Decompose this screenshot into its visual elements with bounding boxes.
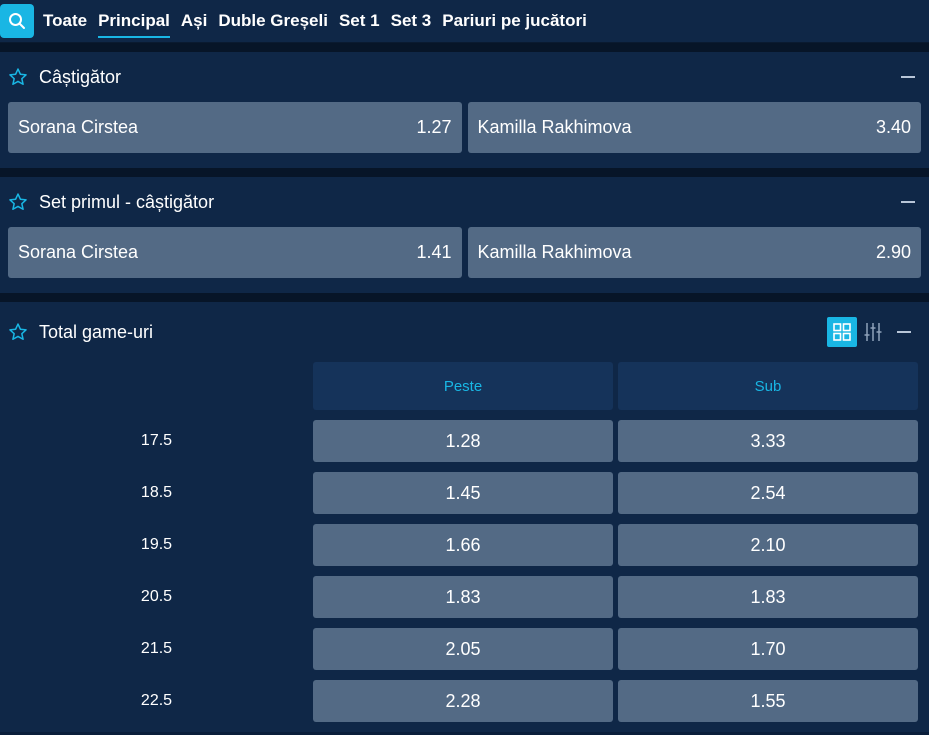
odd-over-button[interactable]: 1.28 [313, 420, 613, 462]
column-header-peste: Peste [313, 362, 613, 410]
grid-view-button[interactable] [827, 317, 857, 347]
total-line: 17.5 [140, 432, 173, 449]
odd-under-button[interactable]: 3.33 [618, 420, 918, 462]
sliders-icon [864, 323, 882, 341]
table-row: 17.5 1.28 3.33 [0, 420, 929, 462]
odd-button[interactable]: Kamilla Rakhimova 3.40 [467, 102, 921, 153]
minus-icon[interactable] [901, 76, 915, 78]
tab-principal[interactable]: Principal [98, 0, 170, 42]
market-title: Câștigător [39, 66, 122, 87]
search-button[interactable] [0, 4, 34, 38]
player-name: Sorana Cirstea [18, 117, 139, 137]
odd-under-button[interactable]: 1.70 [618, 628, 918, 670]
tab-asi[interactable]: Ași [181, 0, 207, 42]
player-name: Sorana Cirstea [18, 242, 139, 262]
minus-icon[interactable] [897, 331, 911, 333]
tab-toate[interactable]: Toate [43, 0, 87, 42]
divider [0, 293, 929, 302]
star-icon[interactable] [8, 192, 28, 212]
minus-icon[interactable] [901, 201, 915, 203]
list-view-button[interactable] [861, 317, 885, 347]
star-icon[interactable] [8, 67, 28, 87]
tab-set-3[interactable]: Set 3 [391, 0, 432, 42]
total-line: 19.5 [140, 536, 173, 553]
odd-under-button[interactable]: 2.54 [618, 472, 918, 514]
table-row: 22.5 2.28 1.55 [0, 680, 929, 722]
odd-value: 1.27 [416, 117, 452, 137]
table-row: 20.5 1.83 1.83 [0, 576, 929, 618]
tab-set-1[interactable]: Set 1 [339, 0, 380, 42]
odd-over-button[interactable]: 2.28 [313, 680, 613, 722]
table-row: 21.5 2.05 1.70 [0, 628, 929, 670]
search-icon [9, 13, 25, 29]
odd-over-button[interactable]: 1.83 [313, 576, 613, 618]
star-icon[interactable] [8, 322, 28, 342]
column-header-sub: Sub [618, 362, 918, 410]
table-row: 18.5 1.45 2.54 [0, 472, 929, 514]
odd-value: 3.40 [875, 117, 911, 137]
market-tabs: Toate Principal Ași Duble Greșeli Set 1 … [0, 0, 929, 43]
player-name: Kamilla Rakhimova [477, 242, 632, 262]
divider [0, 168, 929, 177]
player-name: Kamilla Rakhimova [477, 117, 632, 137]
market-header: Câștigător [0, 52, 929, 102]
market-title: Total game-uri [39, 321, 154, 342]
odd-value: 2.90 [875, 242, 911, 262]
market-castigator: Câștigător Sorana Cirstea 1.27 Kamilla R… [0, 52, 929, 168]
market-header: Total game-uri [0, 302, 929, 362]
odd-value: 1.41 [416, 242, 452, 262]
total-line: 22.5 [140, 692, 173, 709]
odd-button[interactable]: Kamilla Rakhimova 2.90 [467, 227, 921, 278]
market-set-primul: Set primul - câștigător Sorana Cirstea 1… [0, 177, 929, 293]
tab-duble-greseli[interactable]: Duble Greșeli [218, 0, 328, 42]
odd-button[interactable]: Sorana Cirstea 1.27 [8, 102, 462, 153]
odd-under-button[interactable]: 1.83 [618, 576, 918, 618]
odd-over-button[interactable]: 1.45 [313, 472, 613, 514]
tab-pariuri-pe-jucatori[interactable]: Pariuri pe jucători [442, 0, 587, 42]
market-total-games: Total game-uri Peste Sub 17.5 1.28 3.33 … [0, 302, 929, 732]
odd-over-button[interactable]: 1.66 [313, 524, 613, 566]
total-line: 18.5 [140, 484, 173, 501]
market-title: Set primul - câștigător [39, 191, 215, 212]
total-line: 21.5 [140, 640, 173, 657]
divider [0, 43, 929, 52]
table-row: 19.5 1.66 2.10 [0, 524, 929, 566]
odd-under-button[interactable]: 1.55 [618, 680, 918, 722]
grid-view-icon [833, 323, 851, 341]
odd-under-button[interactable]: 2.10 [618, 524, 918, 566]
market-header: Set primul - câștigător [0, 177, 929, 227]
odd-over-button[interactable]: 2.05 [313, 628, 613, 670]
total-line: 20.5 [140, 588, 173, 605]
odd-button[interactable]: Sorana Cirstea 1.41 [8, 227, 462, 278]
